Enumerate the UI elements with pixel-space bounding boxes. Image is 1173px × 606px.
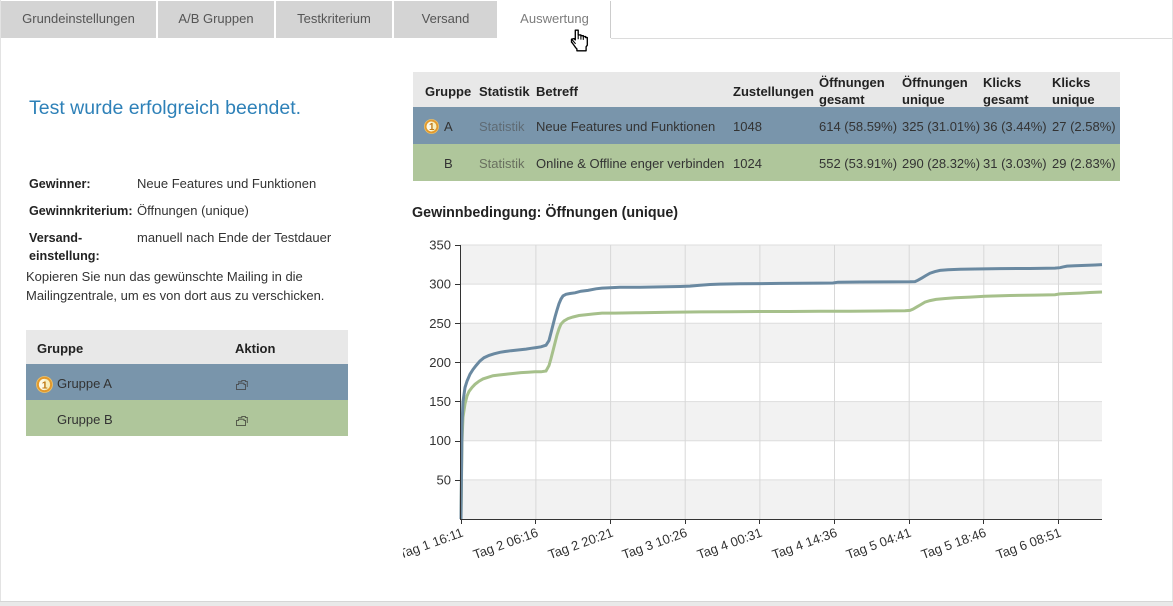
svg-text:Tag 1 16:11: Tag 1 16:11 — [403, 525, 465, 562]
svg-text:350: 350 — [429, 238, 451, 253]
svg-text:200: 200 — [429, 355, 451, 370]
svg-text:1: 1 — [41, 379, 47, 391]
svg-text:1: 1 — [429, 122, 435, 133]
svg-text:100: 100 — [429, 433, 451, 448]
svg-text:300: 300 — [429, 277, 451, 292]
svg-text:Tag 5 18:46: Tag 5 18:46 — [919, 525, 988, 562]
svg-text:Tag 5 04:41: Tag 5 04:41 — [844, 525, 913, 562]
svg-text:Tag 4 00:31: Tag 4 00:31 — [695, 525, 764, 562]
svg-text:150: 150 — [429, 394, 451, 409]
svg-text:Tag 4 14:36: Tag 4 14:36 — [770, 525, 839, 562]
svg-text:Tag 2 20:21: Tag 2 20:21 — [546, 525, 615, 562]
svg-text:Tag 6 08:51: Tag 6 08:51 — [994, 525, 1063, 562]
svg-text:Tag 3 10:26: Tag 3 10:26 — [620, 525, 689, 562]
svg-text:50: 50 — [437, 472, 451, 487]
svg-text:Tag 2 06:16: Tag 2 06:16 — [471, 525, 540, 562]
svg-text:250: 250 — [429, 316, 451, 331]
